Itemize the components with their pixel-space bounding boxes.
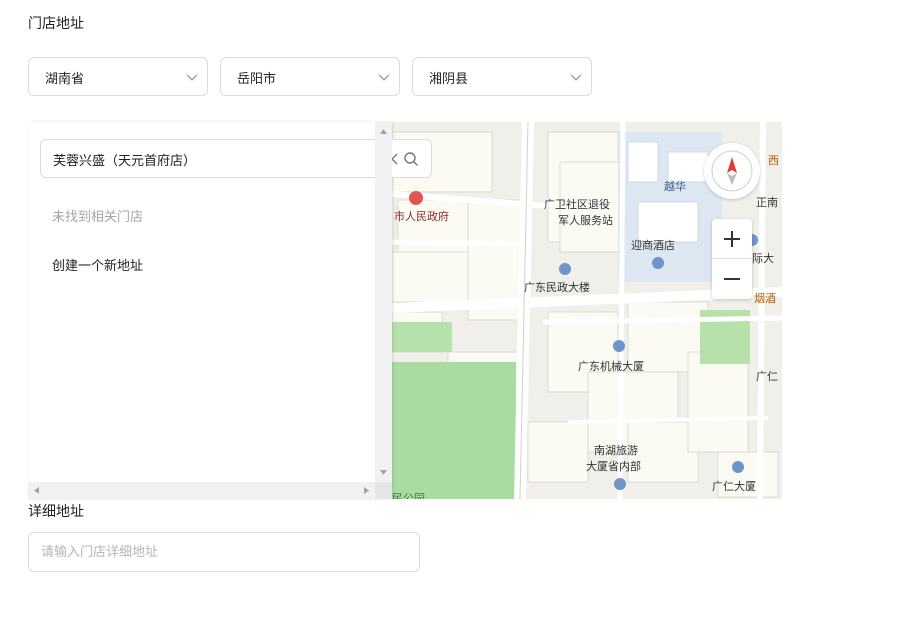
city-value: 岳阳市 [237,72,277,87]
map-label: 越华 [664,180,686,193]
city-select[interactable]: 岳阳市 [220,57,400,96]
map-label: 广东机械大厦 [578,360,644,373]
detail-address-label: 详细地址 [28,504,84,520]
map-label: 西 [768,154,779,167]
detail-address-input[interactable] [28,532,420,572]
chevron-down-icon [570,74,582,81]
county-value: 湘阴县 [429,72,469,87]
search-value: 芙蓉兴盛（天元首府店） [53,154,197,169]
zoom-out-button[interactable] [712,259,752,299]
vertical-scrollbar[interactable] [375,122,392,482]
map-label: 迎商酒店 [631,239,675,252]
minus-icon [724,278,740,280]
scroll-arrows [34,487,369,494]
map-label: 际大 [752,252,774,265]
map-label: 大厦省内部 [586,460,641,473]
no-results-text: 未找到相关门店 [52,210,144,225]
store-address-label: 门店地址 [28,16,84,32]
compass-icon [711,150,753,192]
map-label: 广仁大厦 [712,480,756,493]
store-search-input[interactable]: 芙蓉兴盛（天元首府店） [40,139,432,178]
compass-control[interactable] [704,143,760,199]
create-new-address-button[interactable]: 创建一个新地址 [52,255,143,274]
map-label: 烟酒 [754,292,776,305]
horizontal-scrollbar[interactable] [28,482,375,499]
map-label: 广卫社区退役 [544,198,610,211]
province-value: 湖南省 [45,72,85,87]
map-label: 广仁 [756,370,778,383]
map-label: 军人服务站 [558,214,613,227]
zoom-control [712,219,752,299]
province-select[interactable]: 湖南省 [28,57,208,96]
map-label: 广东民政大楼 [524,281,590,294]
chevron-down-icon [186,74,198,81]
search-icon[interactable] [403,151,419,167]
store-search-panel: 芙蓉兴盛（天元首府店） 未找到相关门店 创建一个新地址 [28,122,432,499]
map-label: 南湖旅游 [594,444,638,457]
scroll-corner [375,482,392,499]
chevron-down-icon [378,74,390,81]
map-label: 民公园 [392,492,425,499]
map-label: 市人民政府 [394,210,449,223]
scroll-arrows [380,129,387,475]
plus-icon [724,231,740,247]
zoom-in-button[interactable] [712,219,752,259]
county-select[interactable]: 湘阴县 [412,57,592,96]
